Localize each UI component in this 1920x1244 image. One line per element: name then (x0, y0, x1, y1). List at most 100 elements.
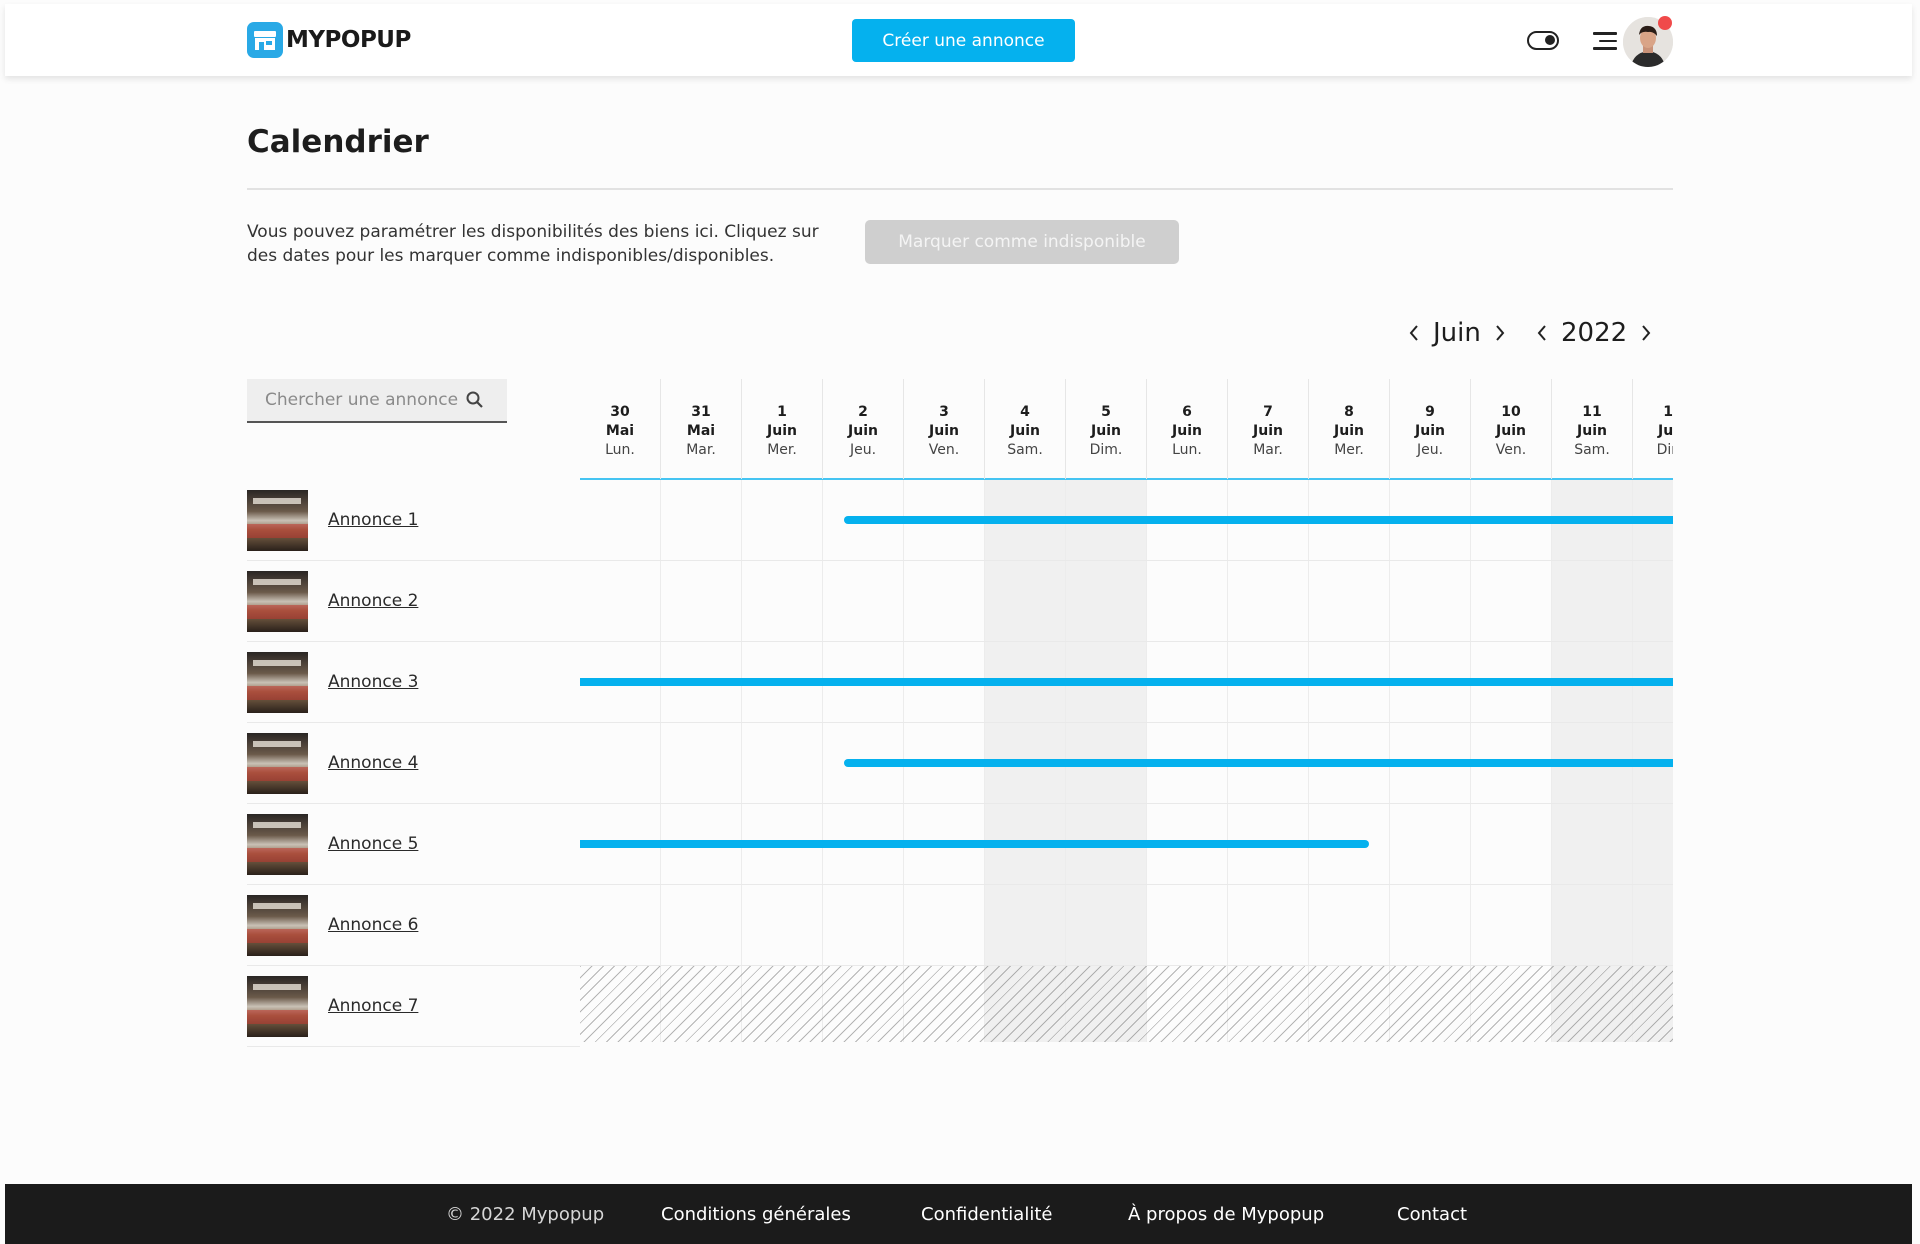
day-weekday: Lun. (1172, 442, 1202, 458)
footer-link-privacy[interactable]: Confidentialité (921, 1204, 1052, 1225)
day-header[interactable]: 7 Juin Mar. (1228, 379, 1309, 479)
top-header: MYPOPUP Créer une annonce (5, 4, 1912, 76)
listing-thumbnail[interactable] (247, 570, 308, 632)
listing-row: Annonce 6 (247, 885, 580, 966)
day-month: Juin (1010, 423, 1040, 439)
logo-text: MYPOPUP (286, 27, 411, 53)
listing-thumbnail[interactable] (247, 651, 308, 713)
footer-link-about[interactable]: À propos de Mypopup (1128, 1204, 1324, 1225)
row-divider (580, 641, 1673, 642)
app-frame: MYPOPUP Créer une annonce Calendrier Vou… (5, 4, 1912, 1244)
day-month: Juin (1172, 423, 1202, 439)
intro-text: Vous pouvez paramétrer les disponibilité… (247, 222, 819, 266)
day-header[interactable]: 10 Juin Ven. (1471, 379, 1552, 479)
day-column[interactable] (580, 480, 661, 1042)
day-column[interactable] (661, 480, 742, 1042)
day-weekday: Ven. (928, 442, 960, 458)
day-header[interactable]: 4 Juin Sam. (985, 379, 1066, 479)
booking-bar[interactable] (844, 516, 1673, 524)
day-header[interactable]: 3 Juin Ven. (904, 379, 985, 479)
search-input[interactable] (265, 390, 465, 410)
next-year-chevron-right-icon[interactable] (1633, 318, 1659, 348)
page-title: Calendrier (247, 124, 429, 160)
next-month-chevron-right-icon[interactable] (1487, 318, 1513, 348)
listing-search (247, 379, 507, 423)
footer-copyright: © 2022 Mypopup (446, 1204, 605, 1225)
listing-thumbnail[interactable] (247, 732, 308, 794)
day-header[interactable]: 2 Juin Jeu. (823, 379, 904, 479)
theme-toggle-icon[interactable] (1527, 31, 1559, 50)
day-number: 9 (1425, 404, 1435, 420)
unavailable-hatch[interactable] (580, 966, 1673, 1042)
day-number: 2 (858, 404, 868, 420)
day-header[interactable]: 6 Juin Lun. (1147, 379, 1228, 479)
mark-unavailable-button[interactable]: Marquer comme indisponible (865, 220, 1179, 264)
create-listing-button[interactable]: Créer une annonce (852, 19, 1075, 62)
day-number: 11 (1582, 404, 1602, 420)
day-column[interactable] (742, 480, 823, 1042)
day-number: 6 (1182, 404, 1192, 420)
day-header[interactable]: 31 Mai Mar. (661, 379, 742, 479)
day-number: 5 (1101, 404, 1111, 420)
day-month: Juin (848, 423, 878, 439)
day-header[interactable]: 12 Juin Dim. (1633, 379, 1673, 479)
previous-year-chevron-left-icon[interactable] (1529, 318, 1555, 348)
day-weekday: Ven. (1495, 442, 1527, 458)
day-weekday: Jeu. (1416, 442, 1444, 458)
day-header[interactable]: 5 Juin Dim. (1066, 379, 1147, 479)
day-weekday: Sam. (1574, 442, 1610, 458)
listing-thumbnail[interactable] (247, 813, 308, 875)
footer-link-contact[interactable]: Contact (1397, 1204, 1467, 1225)
day-number: 12 (1663, 404, 1673, 420)
listing-thumbnail[interactable] (247, 894, 308, 956)
listing-link[interactable]: Annonce 7 (328, 996, 418, 1016)
menu-icon[interactable] (1593, 32, 1617, 52)
row-divider (580, 560, 1673, 561)
day-header[interactable]: 11 Juin Sam. (1552, 379, 1633, 479)
availability-calendar: 30 Mai Lun. 31 Mai Mar. 1 Juin Mer. 2 Juin Jeu. 3 Jui… (580, 379, 1673, 1042)
day-number: 10 (1501, 404, 1521, 420)
booking-bar[interactable] (844, 759, 1673, 767)
day-weekday: Mer. (1334, 442, 1364, 458)
year-navigator: 2022 (1529, 316, 1659, 350)
title-divider (247, 188, 1673, 190)
listing-row: Annonce 2 (247, 561, 580, 642)
previous-month-chevron-left-icon[interactable] (1401, 318, 1427, 348)
day-number: 31 (691, 404, 711, 420)
row-divider (580, 722, 1673, 723)
listing-thumbnail[interactable] (247, 489, 308, 551)
day-month: Juin (1577, 423, 1607, 439)
footer-link-terms[interactable]: Conditions générales (661, 1204, 851, 1225)
booking-bar[interactable] (580, 840, 1369, 848)
day-header[interactable]: 9 Juin Jeu. (1390, 379, 1471, 479)
day-header[interactable]: 1 Juin Mer. (742, 379, 823, 479)
listing-row: Annonce 7 (247, 966, 580, 1047)
search-icon[interactable] (465, 390, 485, 410)
day-month: Juin (1415, 423, 1445, 439)
store-icon (247, 22, 283, 58)
day-weekday: Mer. (767, 442, 797, 458)
day-weekday: Lun. (605, 442, 635, 458)
listing-link[interactable]: Annonce 4 (328, 753, 418, 773)
day-month: Juin (1496, 423, 1526, 439)
footer: © 2022 Mypopup Conditions générales Conf… (5, 1184, 1912, 1244)
day-month: Mai (686, 423, 716, 439)
day-month: Juin (1334, 423, 1364, 439)
listing-link[interactable]: Annonce 6 (328, 915, 418, 935)
day-header[interactable]: 8 Juin Mer. (1309, 379, 1390, 479)
logo[interactable]: MYPOPUP (247, 22, 411, 58)
listing-thumbnail[interactable] (247, 975, 308, 1037)
listing-link[interactable]: Annonce 2 (328, 591, 418, 611)
day-number: 1 (777, 404, 787, 420)
day-header[interactable]: 30 Mai Lun. (580, 379, 661, 479)
listing-link[interactable]: Annonce 5 (328, 834, 418, 854)
day-month: Juin (1658, 423, 1673, 439)
day-month: Juin (1091, 423, 1121, 439)
listing-link[interactable]: Annonce 1 (328, 510, 418, 530)
day-month: Mai (605, 423, 635, 439)
day-month: Juin (929, 423, 959, 439)
day-number: 8 (1344, 404, 1354, 420)
booking-bar[interactable] (580, 678, 1673, 686)
day-number: 30 (610, 404, 630, 420)
listing-link[interactable]: Annonce 3 (328, 672, 418, 692)
